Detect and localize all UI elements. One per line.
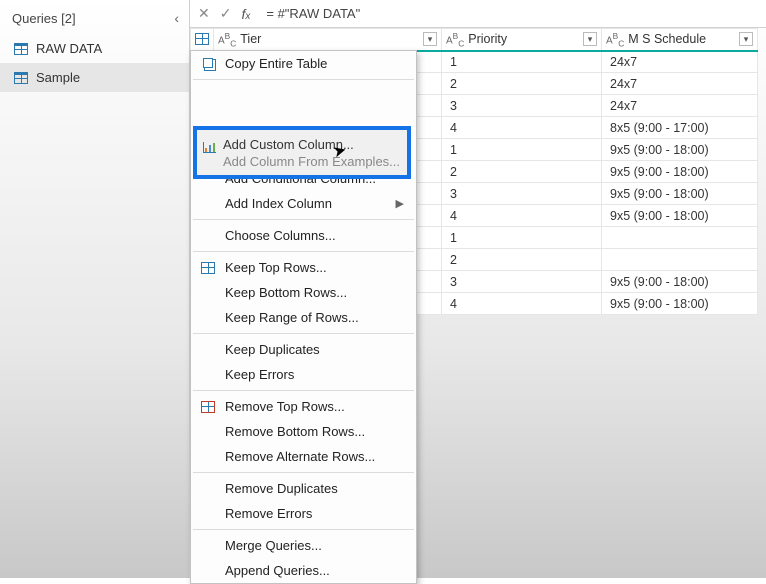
text-type-icon: ABC bbox=[606, 31, 624, 48]
separator bbox=[193, 333, 414, 334]
column-header-tier[interactable]: ABC Tier ▾ bbox=[214, 29, 442, 51]
queries-title: Queries [2] bbox=[12, 11, 76, 26]
ctx-remove-top-rows[interactable]: Remove Top Rows... bbox=[191, 394, 416, 419]
fx-icon[interactable]: fx bbox=[241, 6, 250, 22]
filter-dropdown-icon[interactable]: ▾ bbox=[739, 32, 753, 46]
ctx-remove-errors[interactable]: Remove Errors bbox=[191, 501, 416, 526]
separator bbox=[193, 79, 414, 80]
ctx-remove-duplicates[interactable]: Remove Duplicates bbox=[191, 476, 416, 501]
submenu-arrow-icon: ▶ bbox=[396, 197, 404, 210]
separator bbox=[193, 390, 414, 391]
ctx-keep-top-rows[interactable]: Keep Top Rows... bbox=[191, 255, 416, 280]
ctx-keep-errors[interactable]: Keep Errors bbox=[191, 362, 416, 387]
column-header-schedule[interactable]: ABC M S Schedule ▾ bbox=[602, 29, 758, 51]
cancel-formula-icon[interactable]: ✕ bbox=[198, 5, 210, 22]
column-label: Priority bbox=[468, 32, 507, 46]
main-area: ✕ ✓ fx = #"RAW DATA" ABC Tier bbox=[190, 0, 766, 578]
ctx-keep-range-rows[interactable]: Keep Range of Rows... bbox=[191, 305, 416, 330]
ctx-remove-alternate-rows[interactable]: Remove Alternate Rows... bbox=[191, 444, 416, 469]
ctx-remove-bottom-rows[interactable]: Remove Bottom Rows... bbox=[191, 419, 416, 444]
filter-dropdown-icon[interactable]: ▾ bbox=[423, 32, 437, 46]
column-label: M S Schedule bbox=[628, 32, 706, 46]
rows-icon bbox=[201, 262, 215, 274]
ctx-append-queries[interactable]: Append Queries... bbox=[191, 558, 416, 583]
accept-formula-icon[interactable]: ✓ bbox=[220, 5, 232, 22]
column-label: Tier bbox=[240, 32, 261, 46]
ctx-add-index-column[interactable]: Add Index Column ▶ bbox=[191, 191, 416, 216]
ctx-keep-duplicates[interactable]: Keep Duplicates bbox=[191, 337, 416, 362]
ctx-merge-queries[interactable]: Merge Queries... bbox=[191, 533, 416, 558]
table-icon bbox=[14, 43, 28, 55]
query-item-raw-data[interactable]: RAW DATA bbox=[0, 34, 189, 63]
query-label: Sample bbox=[36, 70, 80, 85]
queries-panel: Queries [2] ‹ RAW DATA Sample bbox=[0, 0, 190, 578]
query-label: RAW DATA bbox=[36, 41, 102, 56]
ctx-choose-columns[interactable]: Choose Columns... bbox=[191, 223, 416, 248]
ctx-keep-bottom-rows[interactable]: Keep Bottom Rows... bbox=[191, 280, 416, 305]
rows-icon bbox=[201, 401, 215, 413]
filter-dropdown-icon[interactable]: ▾ bbox=[583, 32, 597, 46]
copy-icon bbox=[203, 58, 213, 68]
collapse-icon[interactable]: ‹ bbox=[174, 10, 179, 26]
text-type-icon: ABC bbox=[446, 31, 464, 48]
query-item-sample[interactable]: Sample bbox=[0, 63, 189, 92]
grid-icon bbox=[195, 33, 209, 45]
column-header-priority[interactable]: ABC Priority ▾ bbox=[442, 29, 602, 51]
chart-icon bbox=[203, 142, 216, 153]
ctx-add-custom-column[interactable]: Add Custom Column... bbox=[223, 137, 354, 152]
data-grid: ABC Tier ▾ ABC Priority ▾ bbox=[190, 28, 766, 578]
select-all-corner[interactable] bbox=[191, 29, 214, 51]
separator bbox=[193, 219, 414, 220]
separator bbox=[193, 251, 414, 252]
queries-header: Queries [2] ‹ bbox=[0, 6, 189, 34]
table-icon bbox=[14, 72, 28, 84]
ctx-add-column-from-examples[interactable]: Add Column From Examples... bbox=[223, 154, 400, 169]
text-type-icon: ABC bbox=[218, 31, 236, 48]
formula-text[interactable]: = #"RAW DATA" bbox=[266, 6, 360, 21]
separator bbox=[193, 472, 414, 473]
highlighted-menu-item[interactable]: Add Custom Column... ➤ Add Column From E… bbox=[193, 126, 411, 179]
separator bbox=[193, 529, 414, 530]
formula-bar: ✕ ✓ fx = #"RAW DATA" bbox=[190, 0, 766, 28]
ctx-copy-table[interactable]: Copy Entire Table bbox=[191, 51, 416, 76]
